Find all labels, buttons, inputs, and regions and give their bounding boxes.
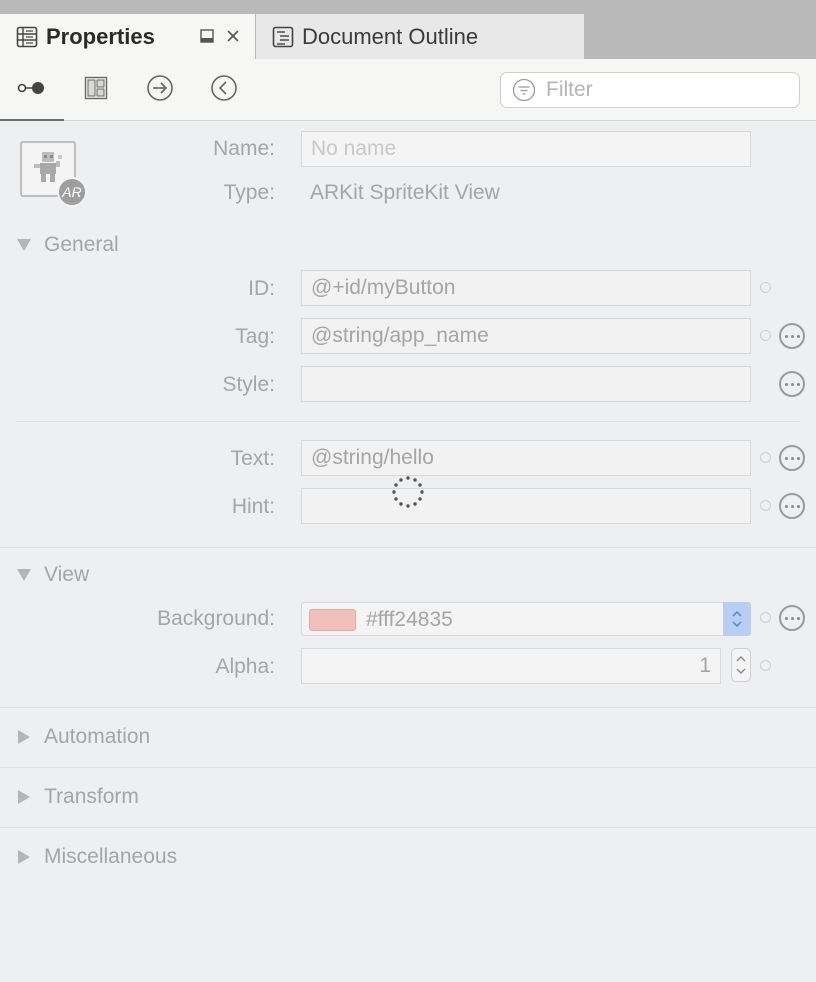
disclosure-expanded-icon: [16, 237, 32, 253]
general-section-title: General: [44, 233, 119, 256]
document-outline-icon: [272, 26, 294, 48]
background-color-value: #fff24835: [366, 608, 453, 631]
text-label: Text:: [230, 447, 275, 470]
filter-icon: [512, 78, 536, 102]
disclosure-collapsed-icon: [16, 729, 32, 745]
style-input[interactable]: [301, 366, 751, 402]
miscellaneous-section-title: Miscellaneous: [44, 845, 178, 868]
type-label: Type:: [223, 181, 275, 204]
name-label: Name:: [213, 137, 275, 160]
attributes-toggle-button[interactable]: [0, 59, 64, 122]
tab-properties-label: Properties: [46, 23, 155, 49]
background-more-button[interactable]: [779, 605, 805, 631]
alpha-binding-dot[interactable]: [760, 660, 771, 671]
text-input[interactable]: [301, 440, 751, 476]
tab-properties[interactable]: Properties: [0, 14, 255, 59]
loading-spinner-icon: [392, 476, 424, 508]
view-section-header[interactable]: View: [16, 563, 89, 587]
type-value: ARKit SpriteKit View: [310, 181, 500, 204]
tag-binding-dot[interactable]: [760, 330, 771, 341]
layout-icon: [84, 76, 108, 105]
back-button[interactable]: [192, 59, 256, 121]
disclosure-expanded-icon: [16, 567, 32, 583]
section-divider-view: [0, 547, 816, 548]
tag-more-button[interactable]: [779, 323, 805, 349]
automation-section-title: Automation: [44, 725, 151, 748]
section-divider-transform: [0, 767, 816, 768]
hint-binding-dot[interactable]: [760, 500, 771, 511]
properties-icon: [16, 26, 38, 48]
section-divider-misc: [0, 827, 816, 828]
arrow-right-circle-icon: [146, 74, 174, 107]
close-icon[interactable]: [223, 26, 243, 46]
id-input[interactable]: [301, 270, 751, 306]
transform-section-header[interactable]: Transform: [16, 785, 139, 809]
disclosure-collapsed-icon: [16, 849, 32, 865]
id-label: ID:: [248, 277, 275, 300]
ar-badge: AR: [57, 177, 87, 207]
id-binding-dot[interactable]: [760, 282, 771, 293]
chevron-up-down-icon: [736, 656, 746, 674]
color-swatch[interactable]: [309, 609, 356, 631]
text-more-button[interactable]: [779, 445, 805, 471]
alpha-label: Alpha:: [215, 655, 275, 678]
general-divider: [16, 421, 800, 422]
toggle-icon: [17, 81, 47, 100]
chevron-left-circle-icon: [210, 74, 238, 107]
automation-section-header[interactable]: Automation: [16, 725, 150, 749]
tag-input[interactable]: [301, 318, 751, 354]
disclosure-collapsed-icon: [16, 789, 32, 805]
tab-document-outline[interactable]: Document Outline: [256, 14, 584, 59]
properties-content: AR Name: Type: ARKit SpriteKit View Gene…: [0, 121, 816, 982]
tab-document-outline-label: Document Outline: [302, 23, 479, 49]
filter-input[interactable]: [546, 78, 786, 102]
hint-more-button[interactable]: [779, 493, 805, 519]
background-label: Background:: [157, 607, 275, 630]
chevron-up-down-icon: [732, 610, 742, 628]
transform-section-title: Transform: [44, 785, 139, 808]
style-label: Style:: [222, 373, 275, 396]
hint-label: Hint:: [231, 495, 275, 518]
filter-field[interactable]: [500, 72, 800, 108]
alpha-stepper[interactable]: [731, 648, 751, 682]
layout-button[interactable]: [64, 59, 128, 121]
text-binding-dot[interactable]: [760, 452, 771, 463]
view-section-title: View: [44, 563, 90, 586]
tab-bar: Properties Document Outline: [0, 0, 816, 59]
connections-button[interactable]: [128, 59, 192, 121]
miscellaneous-section-header[interactable]: Miscellaneous: [16, 845, 177, 869]
hint-input[interactable]: [301, 488, 751, 524]
name-input[interactable]: [301, 131, 751, 167]
properties-toolbar: [0, 59, 816, 122]
section-divider-automation: [0, 707, 816, 708]
general-section-header[interactable]: General: [16, 233, 119, 257]
tag-label: Tag:: [235, 325, 275, 348]
minimize-panel-icon[interactable]: [197, 26, 217, 46]
color-dropdown-button[interactable]: [723, 602, 751, 636]
alpha-input[interactable]: [301, 648, 721, 684]
style-more-button[interactable]: [779, 371, 805, 397]
background-color-field[interactable]: #fff24835: [301, 602, 751, 636]
background-binding-dot[interactable]: [760, 612, 771, 623]
